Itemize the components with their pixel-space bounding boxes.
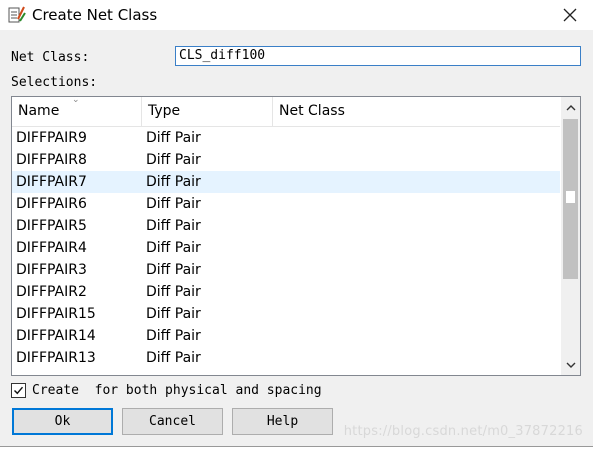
row-type: Diff Pair [146, 240, 201, 256]
table-row[interactable]: DIFFPAIR2 Diff Pair [12, 281, 560, 303]
list-header: ⌄ Name Type Net Class [12, 97, 560, 127]
column-header-net-class[interactable]: Net Class [273, 97, 560, 126]
row-type: Diff Pair [146, 306, 201, 322]
sort-caret-icon: ⌄ [72, 96, 80, 105]
selections-list[interactable]: ⌄ Name Type Net Class DIFFPAIR9 Diff Pai… [11, 96, 581, 376]
column-header-net-class-label: Net Class [279, 103, 345, 119]
column-header-name[interactable]: ⌄ Name [12, 97, 142, 126]
ok-button[interactable]: Ok [12, 408, 113, 435]
row-type: Diff Pair [146, 196, 201, 212]
row-name: DIFFPAIR7 [16, 174, 87, 190]
column-header-name-label: Name [18, 103, 60, 119]
column-header-type[interactable]: Type [142, 97, 273, 126]
vertical-scrollbar[interactable] [561, 97, 580, 375]
table-row[interactable]: DIFFPAIR8 Diff Pair [12, 149, 560, 171]
table-row[interactable]: DIFFPAIR3 Diff Pair [12, 259, 560, 281]
row-name: DIFFPAIR4 [16, 240, 87, 256]
create-checkbox[interactable] [11, 383, 26, 398]
chevron-down-icon [566, 362, 575, 368]
table-row[interactable]: DIFFPAIR15 Diff Pair [12, 303, 560, 325]
row-type: Diff Pair [146, 152, 201, 168]
row-name: DIFFPAIR5 [16, 218, 87, 234]
watermark: https://blog.csdn.net/m0_37872216 [343, 424, 583, 439]
row-type: Diff Pair [146, 350, 201, 366]
row-type: Diff Pair [146, 218, 201, 234]
row-name: DIFFPAIR2 [16, 284, 87, 300]
row-name: DIFFPAIR3 [16, 262, 87, 278]
row-type: Diff Pair [146, 262, 201, 278]
table-row[interactable]: DIFFPAIR4 Diff Pair [12, 237, 560, 259]
table-row[interactable]: DIFFPAIR9 Diff Pair [12, 127, 560, 149]
row-name: DIFFPAIR14 [16, 328, 96, 344]
checkmark-icon [14, 386, 24, 395]
row-type: Diff Pair [146, 328, 201, 344]
window-title: Create Net Class [32, 6, 158, 24]
row-name: DIFFPAIR9 [16, 130, 87, 146]
table-row[interactable]: DIFFPAIR6 Diff Pair [12, 193, 560, 215]
scroll-thumb[interactable] [563, 119, 578, 279]
table-row-selected[interactable]: DIFFPAIR7 Diff Pair [12, 171, 560, 193]
table-row[interactable]: DIFFPAIR14 Diff Pair [12, 325, 560, 347]
scroll-down-button[interactable] [561, 355, 580, 375]
row-name: DIFFPAIR15 [16, 306, 96, 322]
row-type: Diff Pair [146, 284, 201, 300]
net-class-label: Net Class: [11, 50, 90, 65]
table-row[interactable]: DIFFPAIR5 Diff Pair [12, 215, 560, 237]
scroll-up-button[interactable] [561, 97, 580, 117]
close-button[interactable] [547, 0, 593, 30]
cancel-button[interactable]: Cancel [122, 408, 223, 435]
row-name: DIFFPAIR8 [16, 152, 87, 168]
table-row[interactable]: DIFFPAIR13 Diff Pair [12, 347, 560, 369]
close-icon [563, 8, 577, 22]
selections-label: Selections: [11, 75, 98, 90]
app-icon [8, 6, 26, 23]
title-bar: Create Net Class [0, 0, 593, 30]
create-checkbox-label: Create for both physical and spacing [32, 383, 322, 398]
list-rows: DIFFPAIR9 Diff Pair DIFFPAIR8 Diff Pair … [12, 127, 560, 369]
row-name: DIFFPAIR13 [16, 350, 96, 366]
row-name: DIFFPAIR6 [16, 196, 87, 212]
net-class-input[interactable]: CLS_diff100 [175, 46, 581, 66]
scroll-thumb-grip [566, 191, 575, 203]
row-type: Diff Pair [146, 174, 201, 190]
chevron-up-icon [566, 104, 575, 110]
column-header-type-label: Type [148, 103, 181, 119]
help-button[interactable]: Help [232, 408, 333, 435]
row-type: Diff Pair [146, 130, 201, 146]
